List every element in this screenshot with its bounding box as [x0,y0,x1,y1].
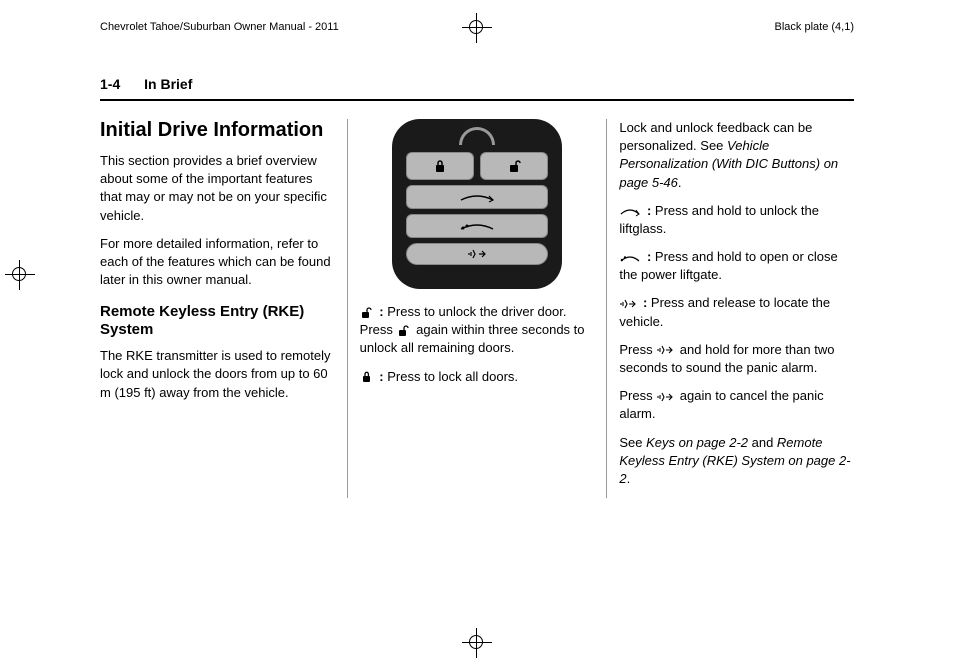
unlock-icon [397,325,411,337]
colon: : [643,203,655,218]
panic-instruction-1: Press and hold for more than two seconds… [619,341,854,377]
liftgate-icon [619,252,641,264]
keyring-icon [459,127,495,145]
plate-info: Black plate (4,1) [775,20,854,35]
column-3: Lock and unlock feedback can be personal… [607,119,854,498]
section-header: 1-4 In Brief [100,75,854,101]
lock-icon [360,371,374,383]
heading-initial-drive: Initial Drive Information [100,119,335,142]
content-columns: Initial Drive Information This section p… [100,119,854,498]
text: . [678,175,682,190]
heading-rke: Remote Keyless Entry (RKE) System [100,303,335,339]
colon: : [643,249,655,264]
print-header: Chevrolet Tahoe/Suburban Owner Manual - … [100,20,854,35]
colon: : [639,295,651,310]
unlock-icon [360,307,374,319]
fob-lock-button [406,152,474,180]
text: and [748,435,777,450]
text: . [627,471,631,486]
registration-mark-top [462,13,492,43]
liftgate-instruction: : Press and hold to open or close the po… [619,248,854,284]
text: See [619,435,646,450]
section-name: In Brief [144,76,192,92]
horn-icon [619,298,637,310]
intro-paragraph-1: This section provides a brief overview a… [100,152,335,225]
liftglass-instruction: : Press and hold to unlock the liftglass… [619,202,854,238]
manual-title: Chevrolet Tahoe/Suburban Owner Manual - … [100,20,339,35]
intro-paragraph-2: For more detailed information, refer to … [100,235,335,290]
registration-mark-left [5,260,35,290]
fob-unlock-button [480,152,548,180]
column-1: Initial Drive Information This section p… [100,119,348,498]
text: Lock and unlock feedback can be personal… [619,120,812,153]
fob-liftglass-button [406,185,548,209]
registration-mark-bottom [462,628,492,658]
colon: : [376,304,388,319]
text: Press [619,342,656,357]
liftglass-icon [619,205,641,217]
remote-keyfob-illustration [392,119,562,289]
reference-link: Keys on page 2-2 [646,435,748,450]
feedback-paragraph: Lock and unlock feedback can be personal… [619,119,854,192]
column-2: : Press to unlock the driver door. Press… [348,119,608,498]
panic-instruction-2: Press again to cancel the panic alarm. [619,387,854,423]
horn-icon [656,391,674,403]
fob-liftgate-button [406,214,548,238]
horn-icon [656,344,674,356]
unlock-instruction: : Press to unlock the driver door. Press… [360,303,595,358]
colon: : [376,369,388,384]
locate-instruction: : Press and release to locate the vehicl… [619,294,854,330]
see-references: See Keys on page 2-2 and Remote Keyless … [619,434,854,489]
rke-paragraph: The RKE transmitter is used to remotely … [100,347,335,402]
page-number: 1-4 [100,76,120,92]
text: Press [619,388,656,403]
page-content: Chevrolet Tahoe/Suburban Owner Manual - … [0,0,954,668]
fob-panic-button [406,243,548,265]
text: Press and release to locate the vehicle. [619,295,830,328]
lock-instruction: : Press to lock all doors. [360,368,595,386]
text: Press to lock all doors. [387,369,518,384]
